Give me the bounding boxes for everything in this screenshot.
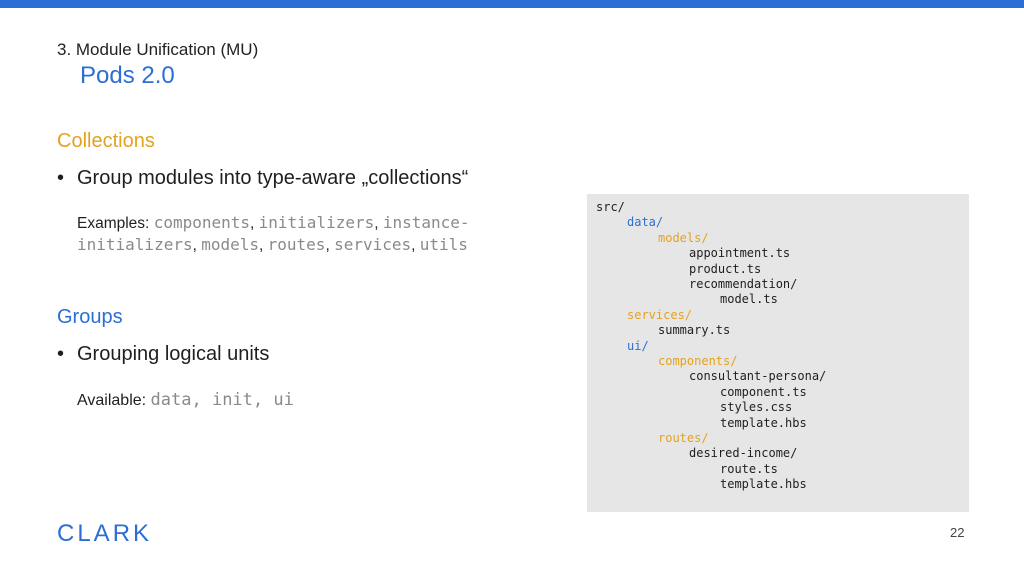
collections-bullet-text: Group modules into type-aware „collectio…	[77, 167, 469, 189]
code-tree-line: styles.css	[720, 400, 793, 415]
available-label: Available:	[77, 392, 147, 409]
example-item: components	[153, 213, 251, 232]
code-tree-line: template.hbs	[720, 415, 807, 430]
example-item: models	[201, 235, 260, 254]
page-title: Pods 2.0	[80, 62, 175, 89]
code-tree-line: appointment.ts	[689, 246, 791, 261]
code-tree-line: component.ts	[720, 384, 807, 399]
page-number: 22	[950, 525, 965, 540]
bullet-icon: •	[57, 167, 65, 189]
code-tree-line: data/	[627, 215, 664, 230]
code-tree-line: summary.ts	[658, 323, 731, 338]
code-tree-line: src/	[596, 200, 625, 214]
top-accent-bar	[0, 0, 1024, 8]
code-tree-panel: src/data/models/appointment.ts product.ts…	[587, 194, 969, 512]
examples-label: Examples:	[77, 215, 150, 232]
code-tree-line: model.ts	[720, 292, 778, 307]
code-tree-line: template.hbs	[720, 477, 807, 492]
code-tree-line: consultant-persona/	[689, 369, 827, 384]
bullet-icon: •	[57, 343, 65, 365]
code-tree-line: desired-income/	[689, 446, 798, 461]
example-item: utils	[419, 235, 468, 254]
groups-bullet-text: Grouping logical units	[77, 343, 270, 365]
collections-heading: Collections	[57, 130, 155, 152]
code-tree-line: models/	[658, 230, 709, 245]
example-item: routes	[267, 235, 326, 254]
collections-examples: Examples: components, initializers, inst…	[77, 212, 567, 256]
code-tree-line: route.ts	[720, 461, 778, 476]
code-tree-line: components/	[658, 354, 738, 368]
example-item: services	[334, 235, 412, 254]
code-tree-line: ui/	[627, 338, 649, 353]
groups-available: Available: data, init, ui	[77, 390, 294, 410]
code-tree-line: routes/	[658, 431, 709, 445]
code-tree-line: product.ts	[689, 261, 762, 276]
groups-bullet: • Grouping logical units	[57, 343, 269, 366]
section-label: 3. Module Unification (MU)	[57, 40, 259, 59]
clark-logo: CLARK	[57, 520, 153, 547]
available-value: data, init, ui	[150, 390, 294, 410]
collections-bullet: • Group modules into type-aware „collecti…	[57, 167, 468, 190]
code-tree-line: services/	[627, 307, 693, 322]
code-tree-line: recommendation/	[689, 277, 798, 291]
example-item: initializers	[258, 213, 375, 232]
groups-heading: Groups	[57, 306, 123, 328]
